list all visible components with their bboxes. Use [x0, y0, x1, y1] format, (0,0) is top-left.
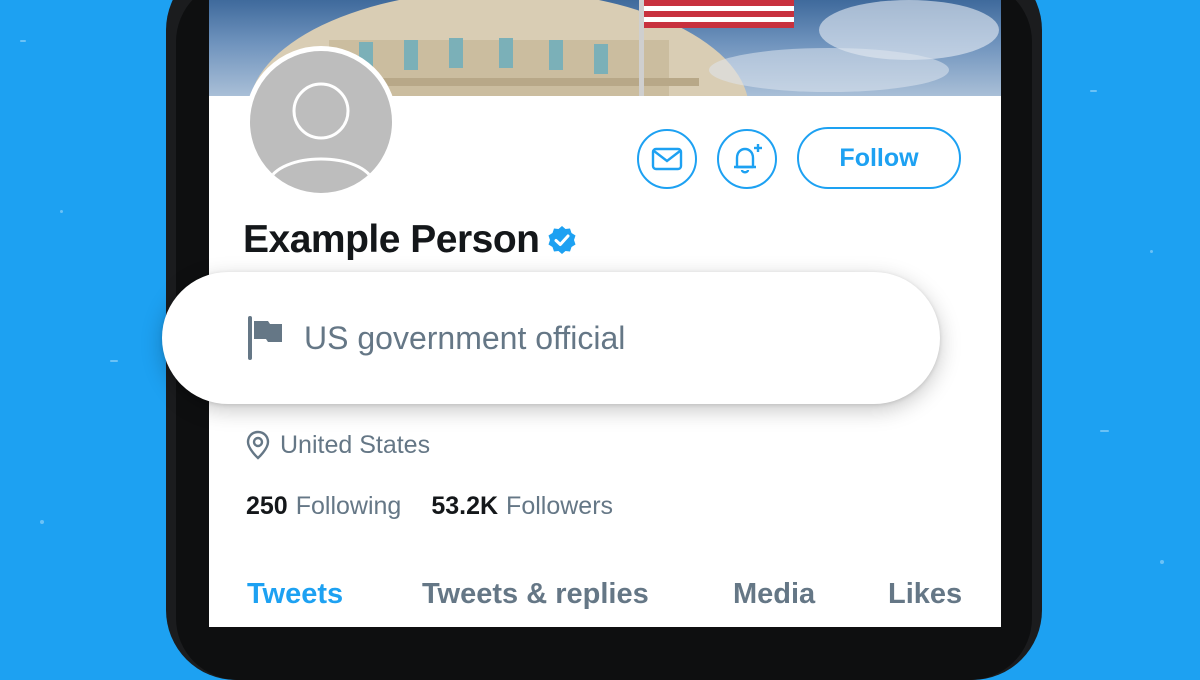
message-button[interactable]: [637, 129, 697, 189]
verified-badge-icon: [548, 226, 576, 254]
background-texture: [20, 40, 26, 42]
default-avatar-icon: [266, 82, 376, 184]
envelope-icon: [651, 147, 683, 171]
tab-media[interactable]: Media: [733, 578, 815, 611]
location-text: United States: [280, 430, 431, 459]
background-texture: [40, 520, 44, 524]
profile-name: Example Person: [243, 218, 540, 261]
tab-tweets[interactable]: Tweets: [247, 578, 343, 611]
profile-name-row: Example Person: [243, 218, 577, 262]
tab-likes[interactable]: Likes: [888, 578, 962, 611]
following-stat[interactable]: 250 Following: [246, 492, 401, 521]
background-texture: [1160, 560, 1164, 564]
avatar[interactable]: [245, 46, 397, 198]
follow-stats: 250 Following 53.2K Followers: [246, 492, 613, 521]
follow-button[interactable]: Follow: [797, 127, 961, 189]
notifications-button[interactable]: [717, 129, 777, 189]
bell-plus-icon: [734, 144, 762, 174]
followers-stat[interactable]: 53.2K Followers: [431, 492, 613, 521]
background-texture: [60, 210, 63, 213]
follow-button-label: Follow: [839, 143, 919, 172]
followers-count: 53.2K: [431, 492, 499, 520]
location-pin-icon: [246, 430, 270, 460]
background-texture: [1090, 90, 1097, 92]
followers-label: Followers: [506, 492, 614, 520]
following-label: Following: [295, 492, 402, 520]
background-texture: [1100, 430, 1109, 432]
flag-icon: [248, 316, 282, 360]
background-texture: [1150, 250, 1153, 253]
background-texture: [110, 360, 118, 362]
government-label-text: US government official: [304, 319, 626, 356]
following-count: 250: [246, 492, 288, 520]
government-label-card[interactable]: US government official: [162, 272, 940, 404]
profile-location: United States: [246, 430, 430, 460]
tab-tweets-and-replies[interactable]: Tweets & replies: [422, 578, 649, 611]
